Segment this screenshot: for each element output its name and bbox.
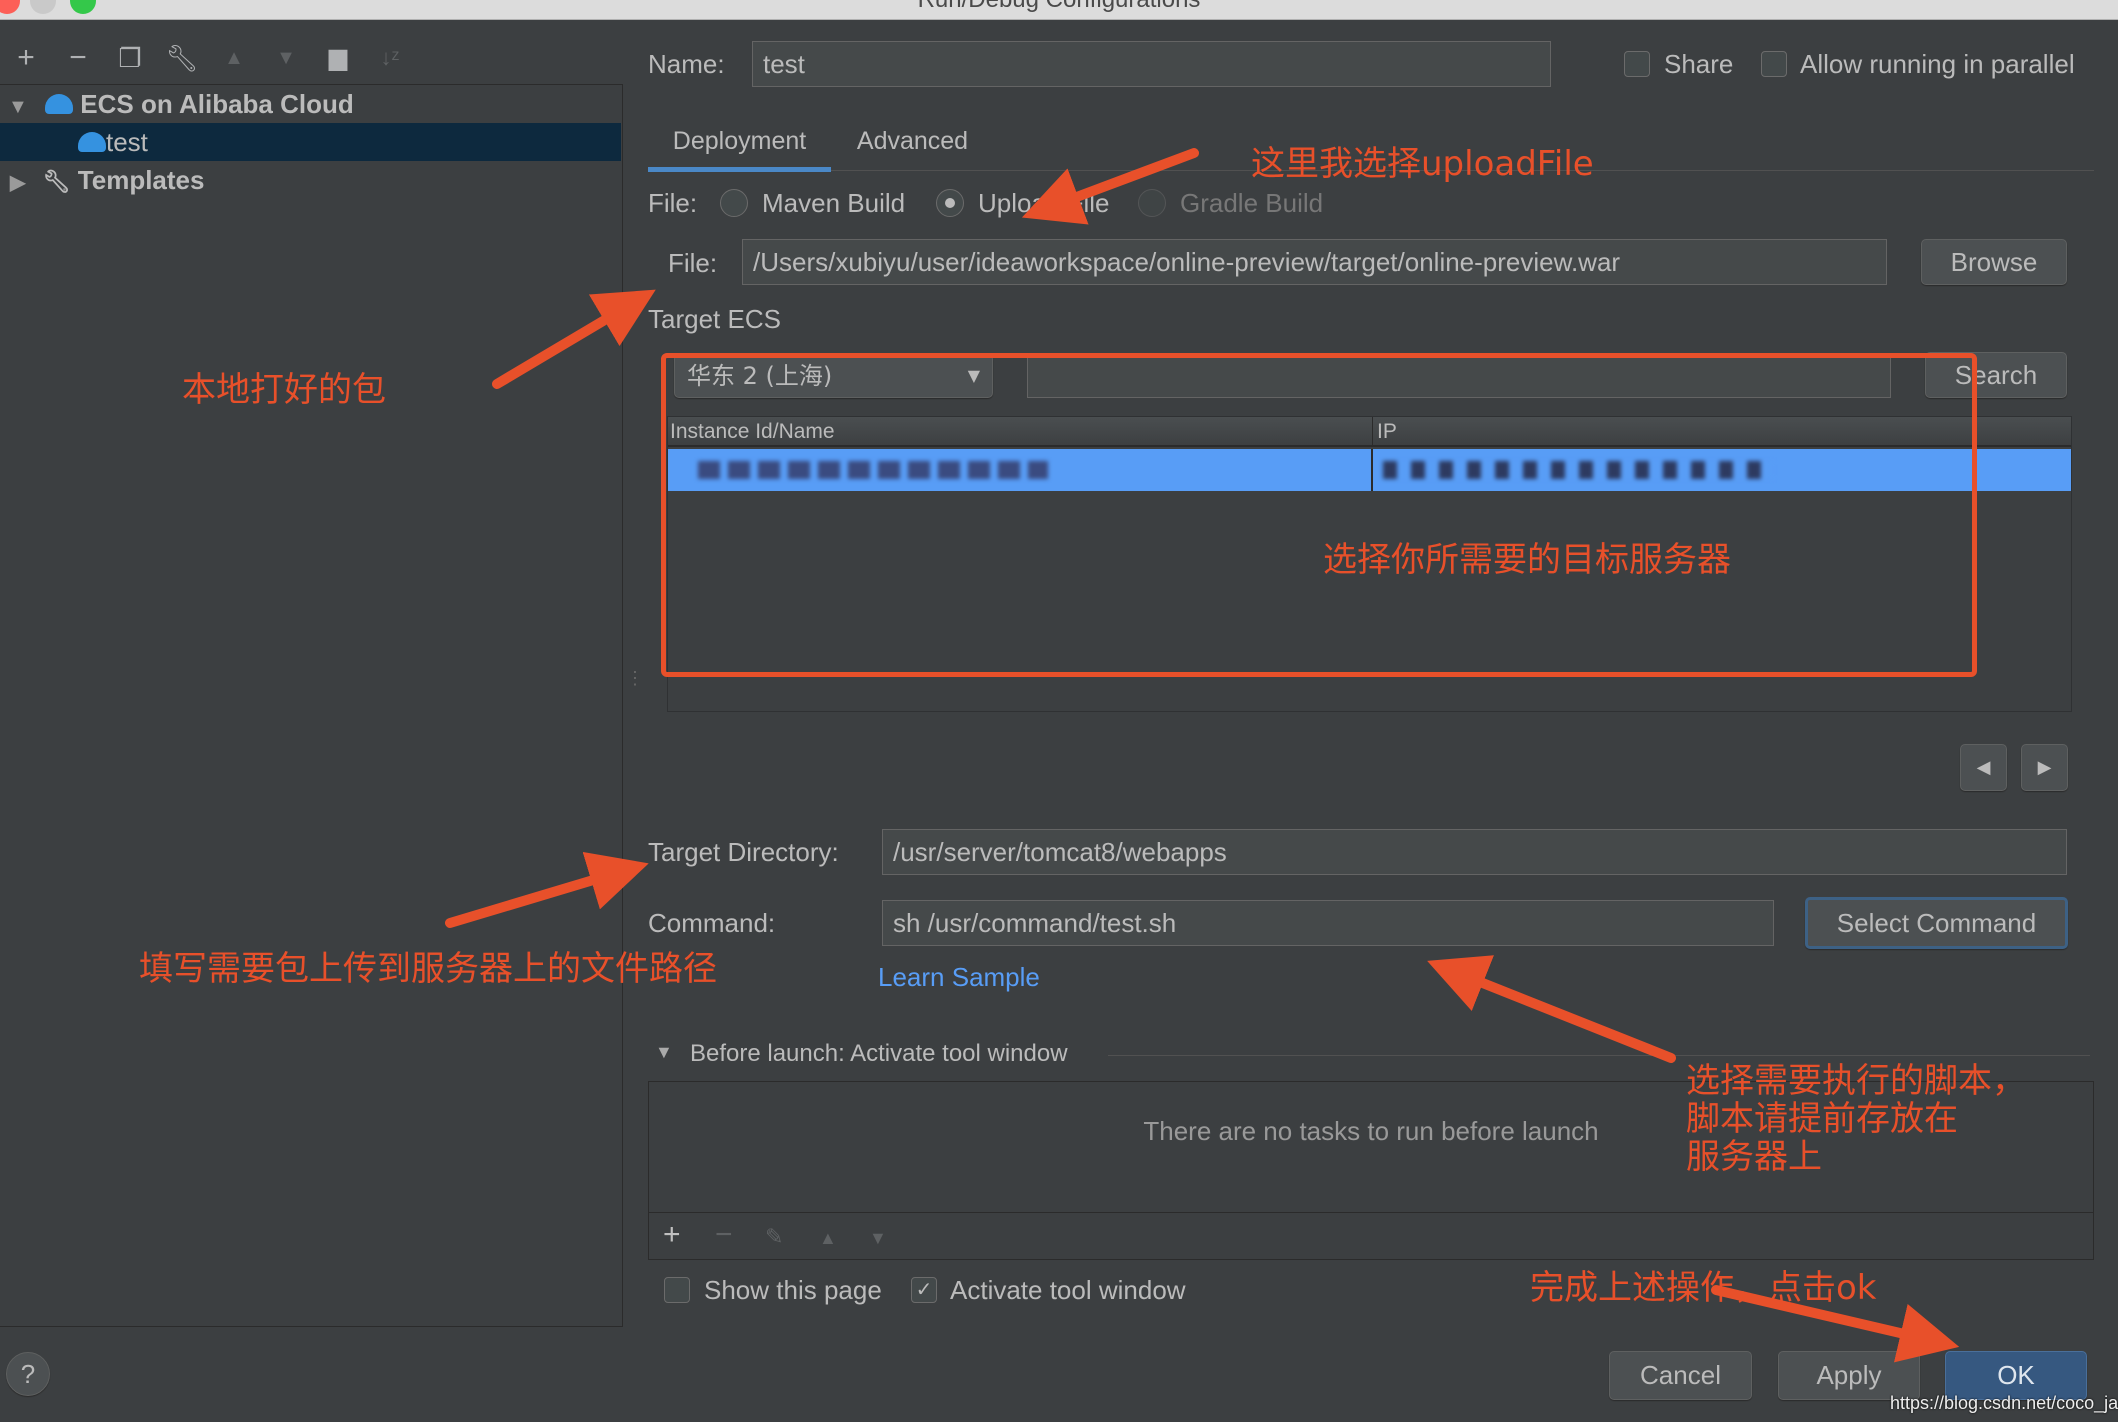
arrow-to-ok [1711,1285,1960,1363]
arrow-to-command [1427,955,1676,1063]
arrow-to-target-directory [445,851,649,928]
arrow-to-upload-file [1021,148,1199,225]
arrow-to-file-path [492,289,656,389]
annotation-arrows [445,148,1960,1363]
